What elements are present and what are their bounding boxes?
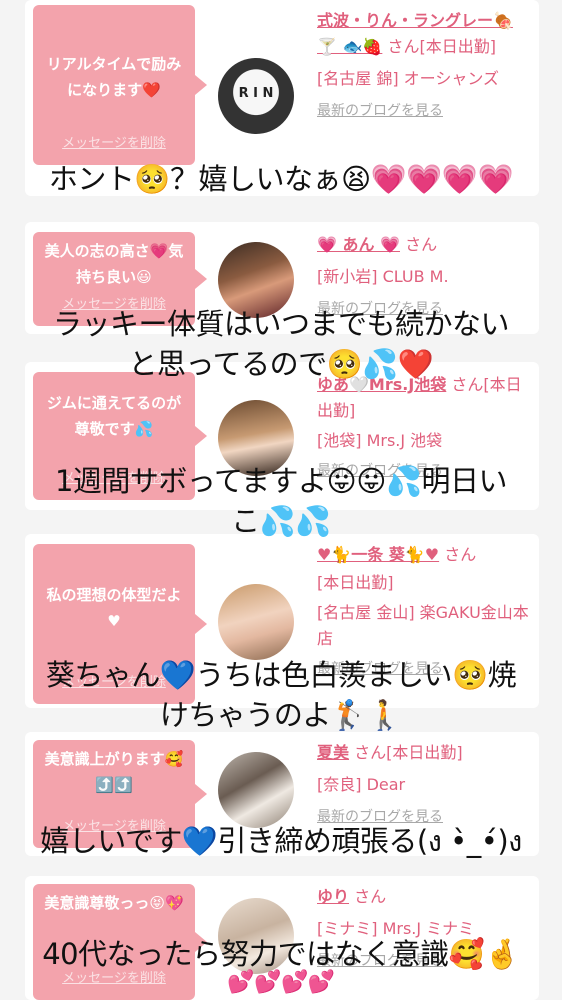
overlay-caption: 葵ちゃん💙うちは色白羨ましい🥺焼 [45,658,517,692]
overlay-caption: 嬉しいです💙引き締め頑張る(ง •̀_•́)ง [40,824,522,858]
message-text: リアルタイムで励みになります❤️ [46,55,182,99]
work-status: [本日出勤] [419,37,496,56]
profile-name-link[interactable]: ♥🐈一条 葵🐈♥ [317,545,439,564]
avatar[interactable] [218,584,294,660]
profile-info: 式波・りん・ラングレー🍖🍸 🐟🍓 さん[本日出勤] [名古屋 錦] オーシャンズ… [317,8,532,124]
message-text: 美意識尊敬っっ😝💖 [44,894,184,912]
avatar-letters: R I N [238,86,274,101]
shop-location: [名古屋 金山] 楽GAKU金山本店 [317,603,529,648]
message-text: 私の理想の体型だよ♥ [46,586,182,630]
honorific: さん [444,545,477,564]
honorific: さん [354,887,387,906]
avatar[interactable] [218,752,294,828]
honorific: さん[本日出勤] [354,743,463,762]
overlay-caption: けちゃうのよ🏌️🚶 [159,698,403,732]
profile-info: 夏美 さん[本日出勤] [奈良] Dear 最新のブログを見る [317,740,532,830]
work-status: [本日出勤] [317,573,394,592]
honorific: さん [405,235,438,254]
message-bubble: リアルタイムで励みになります❤️ メッセージを削除 [33,5,207,165]
latest-blog-link[interactable]: 最新のブログを見る [317,98,532,124]
shop-location: [池袋] Mrs.J 池袋 [317,431,443,450]
profile-name-link[interactable]: 💗 あん 💗 [317,235,400,254]
avatar[interactable]: R I N [218,58,294,134]
overlay-caption: 💕💕💕💕 [227,970,335,995]
message-text: 美人の志の高さ💗気持ち良い😃 [44,242,184,286]
honorific: さん [387,37,420,56]
profile-name-link[interactable]: 夏美 [317,743,349,762]
shop-location: [奈良] Dear [317,775,406,794]
message-text: ジムに通えてるのが尊敬です💦 [46,394,182,438]
overlay-caption: こ💦💦 [231,504,331,538]
message-text: 美意識上がります🥰⤴️⤴️ [44,750,184,794]
overlay-caption: と思ってるので🥺💦❤️ [128,347,434,381]
overlay-caption: ホント🥺？嬉しいなぁ😫💗💗💗💗 [48,162,514,196]
overlay-caption: 1週間サボってますよ😛😛💦明日い [54,464,508,498]
shop-location: [名古屋 錦] オーシャンズ [317,69,500,88]
delete-message-link[interactable]: メッセージを削除 [33,131,195,157]
overlay-caption: ラッキー体質はいつまでも続かない [52,307,510,341]
profile-name-link[interactable]: ゆり [317,887,349,906]
shop-location: [新小岩] CLUB M. [317,267,449,286]
